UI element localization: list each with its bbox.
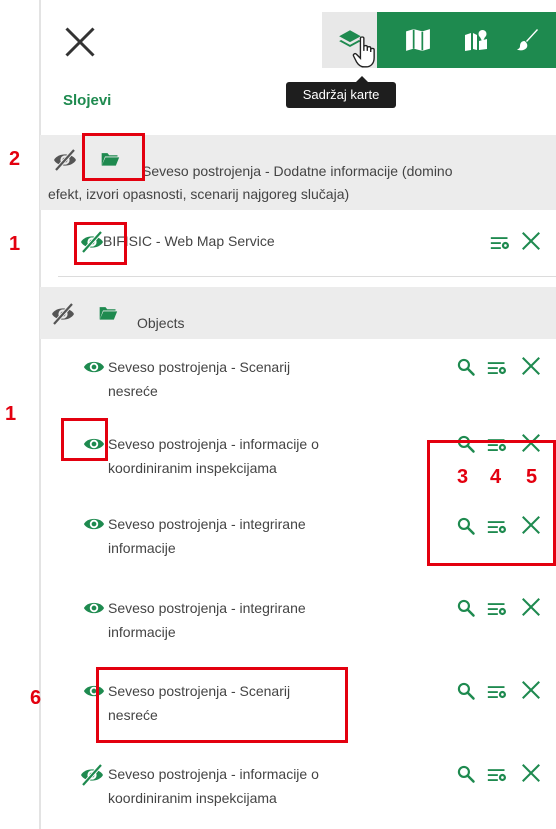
- annotation-number: 6: [30, 687, 42, 709]
- remove-layer-icon[interactable]: [520, 355, 542, 377]
- panel-title: Slojevi: [63, 92, 112, 109]
- draw-button[interactable]: [510, 12, 546, 68]
- group-label-line1: Seveso postrojenja - Dodatne informacije…: [142, 163, 453, 179]
- zoom-to-layer-icon[interactable]: [456, 598, 476, 618]
- close-panel-button[interactable]: [62, 24, 98, 60]
- map-pin-icon: [465, 30, 487, 51]
- zoom-to-layer-icon[interactable]: [456, 357, 476, 377]
- group-label: Objects: [137, 315, 185, 331]
- layers-content-button[interactable]: [322, 12, 377, 68]
- layer-label: BIFISIC - Web Map Service: [103, 233, 275, 249]
- annotation-box-visibility: [61, 418, 108, 461]
- eye-off-icon[interactable]: [51, 302, 75, 326]
- annotation-box-folder: [82, 133, 145, 181]
- map-toolbar: [322, 12, 556, 68]
- divider: [58, 276, 556, 277]
- layer-label-line2: informacije: [108, 624, 176, 640]
- zoom-to-layer-icon[interactable]: [456, 681, 476, 701]
- layer-settings-icon[interactable]: [487, 765, 507, 785]
- annotation-number: 5: [526, 466, 538, 488]
- layer-settings-icon[interactable]: [487, 358, 507, 378]
- layer-label-line1: Seveso postrojenja - integrirane: [108, 600, 306, 616]
- eye-icon[interactable]: [82, 356, 106, 378]
- layer-label-line1: Seveso postrojenja - Scenarij: [108, 359, 291, 375]
- annotation-number: 1: [9, 233, 21, 255]
- group-label-line2: efekt, izvori opasnosti, scenarij najgor…: [48, 186, 350, 202]
- eye-icon[interactable]: [82, 513, 106, 535]
- layer-settings-icon[interactable]: [487, 599, 507, 619]
- eye-off-icon[interactable]: [53, 148, 77, 172]
- toolbar-tooltip: Sadržaj karte: [286, 76, 396, 108]
- layer-label-line1: Seveso postrojenja - informacije o: [108, 766, 319, 782]
- annotation-number: 2: [9, 148, 21, 170]
- remove-layer-icon[interactable]: [520, 230, 542, 252]
- layer-label-line2: informacije: [108, 540, 176, 556]
- layer-label-line2: koordiniranim inspekcijama: [108, 790, 277, 806]
- layer-label-line2: koordiniranim inspekcijama: [108, 460, 277, 476]
- cursor-hand-icon: [352, 36, 375, 68]
- annotation-number: 1: [5, 403, 17, 425]
- annotation-number: 4: [490, 466, 502, 488]
- remove-layer-icon[interactable]: [520, 679, 542, 701]
- layer-settings-icon[interactable]: [487, 682, 507, 702]
- folder-icon[interactable]: [97, 303, 119, 323]
- remove-layer-icon[interactable]: [520, 596, 542, 618]
- close-icon: [65, 27, 95, 57]
- annotation-box-actions: [427, 440, 556, 566]
- annotation-box-visibility: [74, 222, 127, 265]
- layer-settings-icon[interactable]: [490, 233, 510, 253]
- map-location-button[interactable]: [458, 12, 494, 68]
- eye-off-icon[interactable]: [80, 763, 104, 787]
- layer-label-line2: nesreće: [108, 383, 158, 399]
- remove-layer-icon[interactable]: [520, 762, 542, 784]
- eye-icon[interactable]: [82, 597, 106, 619]
- layer-label-line1: Seveso postrojenja - integrirane: [108, 516, 306, 532]
- annotation-box-layer-name: [96, 667, 348, 743]
- brush-icon: [517, 29, 538, 51]
- layer-label-line1: Seveso postrojenja - informacije o: [108, 436, 319, 452]
- map-icon: [406, 29, 430, 51]
- annotation-number: 3: [457, 466, 469, 488]
- zoom-to-layer-icon[interactable]: [456, 764, 476, 784]
- base-maps-button[interactable]: [400, 12, 436, 68]
